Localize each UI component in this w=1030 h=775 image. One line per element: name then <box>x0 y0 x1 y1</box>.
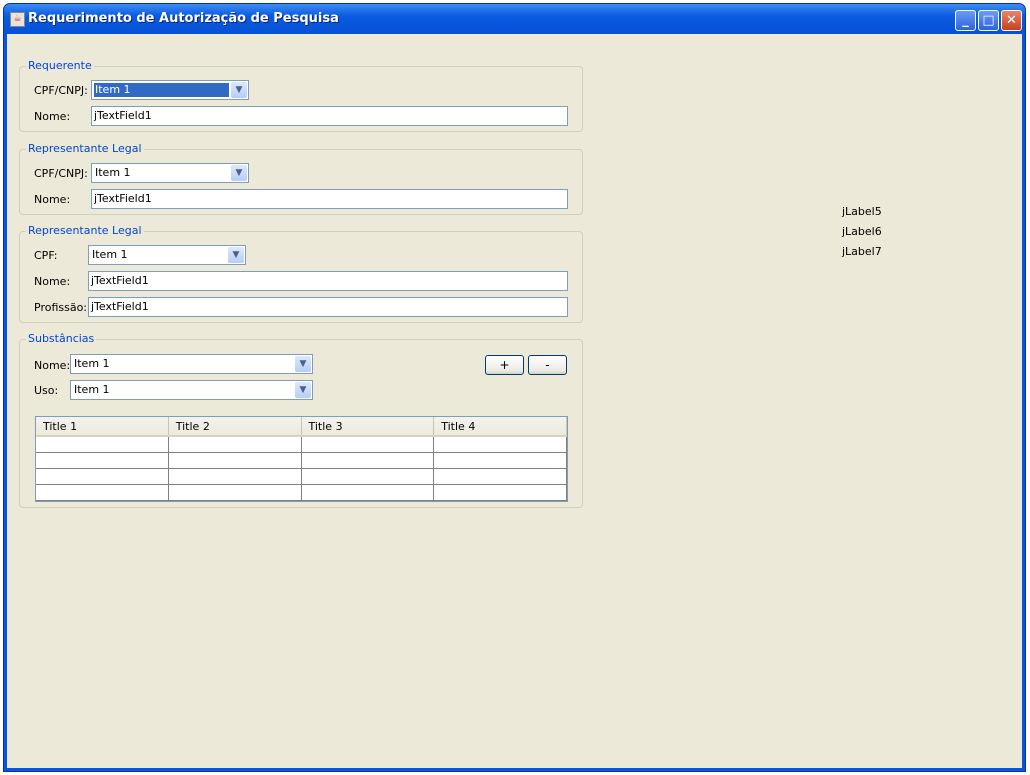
cpf-label: CPF/CNPJ: <box>34 167 88 180</box>
maximize-button[interactable]: □ <box>978 10 999 31</box>
table-header: Title 1 Title 2 Title 3 Title 4 <box>36 417 567 437</box>
combo-value: Item 1 <box>94 83 229 97</box>
column-header[interactable]: Title 1 <box>36 417 169 435</box>
table-cell[interactable] <box>169 437 302 452</box>
table-cell[interactable] <box>434 437 567 452</box>
table-cell[interactable] <box>302 453 435 468</box>
chevron-down-icon[interactable]: ▼ <box>295 382 311 398</box>
combo-value: Item 1 <box>74 383 110 396</box>
chevron-down-icon[interactable]: ▼ <box>295 356 311 372</box>
title-bar[interactable]: ☕ Requerimento de Autorização de Pesquis… <box>4 4 1025 34</box>
java-app-icon: ☕ <box>10 12 25 27</box>
combo-value: Item 1 <box>95 166 131 179</box>
column-header[interactable]: Title 2 <box>169 417 302 435</box>
content-pane: Requerente CPF/CNPJ: Item 1 ▼ Nome: jText… <box>7 34 1022 768</box>
table-cell[interactable] <box>302 485 435 500</box>
profissao-field[interactable]: jTextField1 <box>88 297 568 317</box>
nome-label: Nome: <box>34 193 71 206</box>
requerente-panel: Requerente CPF/CNPJ: Item 1 ▼ Nome: jText… <box>19 59 583 132</box>
table-cell[interactable] <box>169 469 302 484</box>
nome-field[interactable]: jTextField1 <box>91 189 568 209</box>
jlabel6: jLabel6 <box>842 225 882 238</box>
uso-label: Uso: <box>34 384 59 397</box>
table-cell[interactable] <box>36 437 169 452</box>
table-cell[interactable] <box>36 469 169 484</box>
table-cell[interactable] <box>169 453 302 468</box>
representante-legal-panel: Representante Legal CPF/CNPJ: Item 1 ▼ No… <box>19 142 583 215</box>
close-button[interactable]: ✕ <box>1001 10 1022 31</box>
jlabel7: jLabel7 <box>842 245 882 258</box>
table-cell[interactable] <box>302 469 435 484</box>
remove-button[interactable]: - <box>528 355 567 375</box>
representante-legal-2-panel: Representante Legal CPF: Item 1 ▼ Nome: j… <box>19 224 583 323</box>
table-cell[interactable] <box>434 469 567 484</box>
minimize-button[interactable]: _ <box>955 10 976 31</box>
panel-title: Representante Legal <box>26 224 144 237</box>
panel-title: Representante Legal <box>26 142 144 155</box>
nome-field[interactable]: jTextField1 <box>91 106 568 126</box>
cpf-combo[interactable]: Item 1 ▼ <box>91 80 249 100</box>
table-cell[interactable] <box>169 485 302 500</box>
table-cell[interactable] <box>434 453 567 468</box>
jlabel5: jLabel5 <box>842 205 882 218</box>
table-cell[interactable] <box>302 437 435 452</box>
nome-field[interactable]: jTextField1 <box>88 271 568 291</box>
add-button[interactable]: + <box>485 355 524 375</box>
cpf-label: CPF/CNPJ: <box>34 84 88 97</box>
combo-value: Item 1 <box>92 248 128 261</box>
panel-title: Requerente <box>26 59 94 72</box>
substancias-table[interactable]: Title 1 Title 2 Title 3 Title 4 <box>35 416 568 502</box>
substancias-panel: Substâncias Nome: Item 1 ▼ Uso: Item 1 ▼ +… <box>19 332 583 508</box>
window-title: Requerimento de Autorização de Pesquisa <box>28 11 339 26</box>
column-header[interactable]: Title 3 <box>302 417 435 435</box>
table-cell[interactable] <box>36 453 169 468</box>
main-window: ☕ Requerimento de Autorização de Pesquis… <box>3 3 1026 772</box>
table-row[interactable] <box>36 469 567 485</box>
chevron-down-icon[interactable]: ▼ <box>231 165 247 181</box>
substancia-nome-combo[interactable]: Item 1 ▼ <box>70 354 313 374</box>
table-row[interactable] <box>36 453 567 469</box>
combo-value: Item 1 <box>74 357 110 370</box>
chevron-down-icon[interactable]: ▼ <box>231 82 247 98</box>
nome-label: Nome: <box>34 359 71 372</box>
cpf-combo[interactable]: Item 1 ▼ <box>91 163 249 183</box>
cpf-combo[interactable]: Item 1 ▼ <box>88 245 246 265</box>
nome-label: Nome: <box>34 275 71 288</box>
uso-combo[interactable]: Item 1 ▼ <box>70 380 313 400</box>
panel-title: Substâncias <box>26 332 97 345</box>
table-row[interactable] <box>36 485 567 501</box>
chevron-down-icon[interactable]: ▼ <box>228 247 244 263</box>
table-row[interactable] <box>36 437 567 453</box>
table-cell[interactable] <box>434 485 567 500</box>
nome-label: Nome: <box>34 110 71 123</box>
cpf-label: CPF: <box>34 249 58 262</box>
column-header[interactable]: Title 4 <box>434 417 567 435</box>
profissao-label: Profissão: <box>34 301 88 314</box>
table-cell[interactable] <box>36 485 169 500</box>
